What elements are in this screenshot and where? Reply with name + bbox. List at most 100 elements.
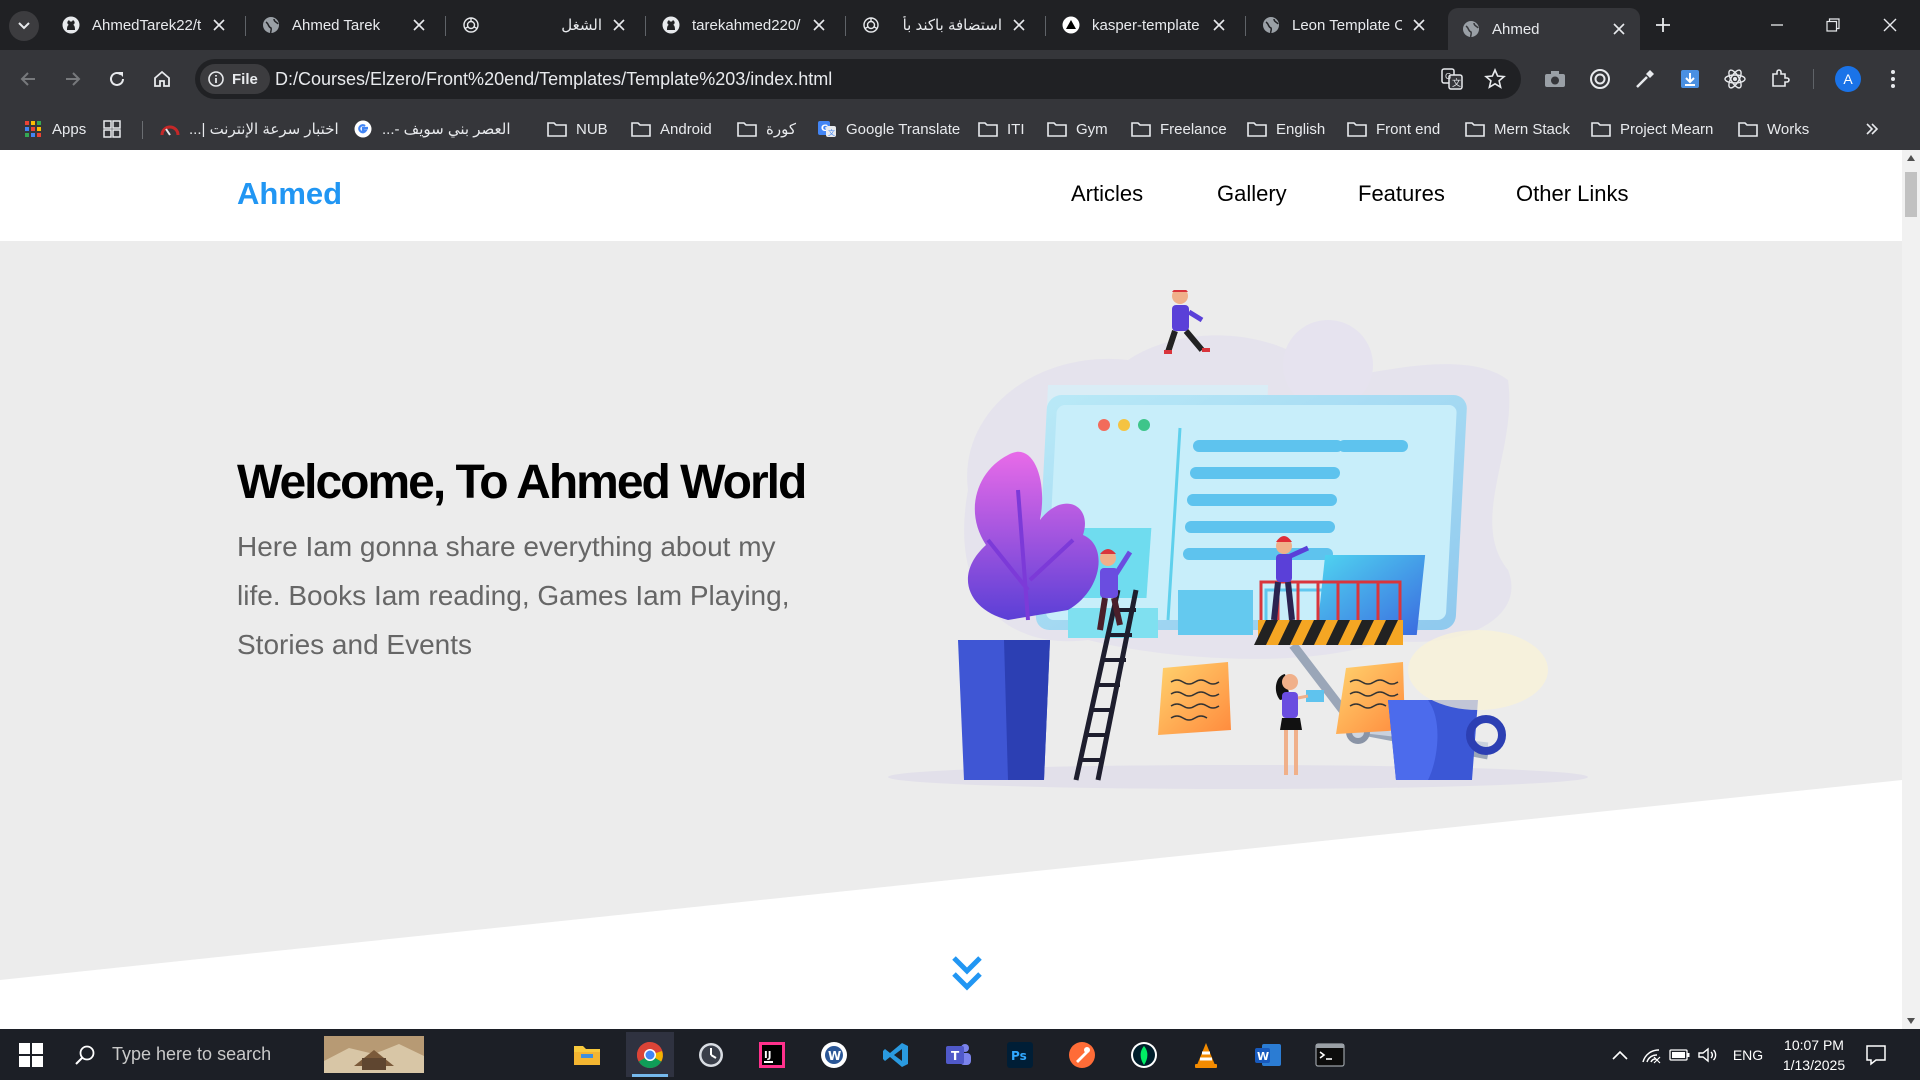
- photoshop-icon[interactable]: Ps: [996, 1032, 1044, 1077]
- hero-illustration: [888, 290, 1588, 789]
- bookmark-folder-gym[interactable]: Gym: [1047, 118, 1108, 140]
- bookmarks-overflow-button[interactable]: [1862, 119, 1882, 139]
- address-bar[interactable]: File D:/Courses/Elzero/Front%20end/Templ…: [195, 59, 1521, 99]
- back-button[interactable]: [12, 63, 44, 95]
- extensions-puzzle-icon[interactable]: [1764, 63, 1796, 95]
- new-tab-button[interactable]: [1650, 12, 1676, 38]
- minimize-button[interactable]: [1757, 10, 1797, 40]
- plus-icon: [1656, 18, 1670, 32]
- bookmark-folder-nub[interactable]: NUB: [547, 118, 608, 140]
- browser-menu-button[interactable]: [1877, 63, 1909, 95]
- bookmark-label: Android: [660, 120, 712, 138]
- input-language-indicator[interactable]: ENG: [1728, 1029, 1768, 1080]
- site-logo[interactable]: Ahmed: [237, 176, 342, 212]
- chevron-up-icon: [1612, 1050, 1628, 1060]
- vscode-icon[interactable]: [872, 1032, 920, 1077]
- intellij-icon[interactable]: IJ: [748, 1032, 796, 1077]
- bookmark-folder-freelance[interactable]: Freelance: [1131, 118, 1227, 140]
- bookmark-folder-kora[interactable]: كورة: [737, 118, 796, 140]
- scrollbar-thumb[interactable]: [1905, 172, 1917, 217]
- react-devtools-icon[interactable]: [1719, 63, 1751, 95]
- nav-articles[interactable]: Articles: [1071, 181, 1143, 207]
- close-tab-icon[interactable]: [210, 16, 228, 34]
- bookmark-google-translate[interactable]: G文 Google Translate: [817, 118, 960, 140]
- word-online-icon[interactable]: W: [810, 1032, 858, 1077]
- folder-icon: [1347, 120, 1367, 138]
- toolbar-separator: [1813, 69, 1814, 89]
- bookmark-tab-groups[interactable]: [102, 118, 131, 140]
- reload-button[interactable]: [101, 63, 133, 95]
- bookmark-folder-iti[interactable]: ITI: [978, 118, 1025, 140]
- word-icon[interactable]: W: [1244, 1032, 1292, 1077]
- tab-title: الشغل: [561, 17, 602, 34]
- color-picker-icon[interactable]: [1629, 63, 1661, 95]
- tab-search-button[interactable]: [9, 11, 39, 41]
- screenshot-extension-icon[interactable]: [1539, 63, 1571, 95]
- target-extension-icon[interactable]: [1584, 63, 1616, 95]
- home-button[interactable]: [146, 63, 178, 95]
- bookmark-star-icon[interactable]: [1483, 67, 1507, 91]
- terminal-icon[interactable]: [1306, 1032, 1354, 1077]
- folder-icon: [1247, 120, 1267, 138]
- tab-6[interactable]: kasper-template: [1048, 8, 1240, 42]
- page-scrollbar[interactable]: [1902, 150, 1920, 1029]
- tab-1[interactable]: AhmedTarek22/t: [48, 8, 240, 42]
- close-tab-icon[interactable]: [1410, 16, 1428, 34]
- profile-avatar[interactable]: A: [1835, 66, 1861, 92]
- teams-icon[interactable]: T: [934, 1032, 982, 1077]
- close-tab-icon[interactable]: [1610, 20, 1628, 38]
- volume-icon[interactable]: [1694, 1029, 1722, 1080]
- bookmark-apps[interactable]: Apps: [23, 118, 86, 140]
- postman-icon[interactable]: [1058, 1032, 1106, 1077]
- vlc-icon[interactable]: [1182, 1032, 1230, 1077]
- close-window-button[interactable]: [1870, 10, 1910, 40]
- bookmark-folder-english[interactable]: English: [1247, 118, 1325, 140]
- scroll-down-arrow-icon[interactable]: [1907, 1018, 1915, 1024]
- globe-icon: [1462, 20, 1480, 38]
- file-explorer-icon[interactable]: [563, 1032, 611, 1077]
- url-text[interactable]: D:/Courses/Elzero/Front%20end/Templates/…: [275, 69, 832, 90]
- network-icon[interactable]: [1637, 1029, 1665, 1080]
- bookmark-folder-works[interactable]: Works: [1738, 118, 1809, 140]
- tab-3[interactable]: الشغل: [448, 8, 640, 42]
- scroll-down-button[interactable]: [946, 952, 988, 994]
- battery-icon[interactable]: [1666, 1029, 1694, 1080]
- folder-icon: [547, 120, 567, 138]
- bookmark-folder-project-mearn[interactable]: Project Mearn: [1591, 118, 1713, 140]
- show-hidden-icons-button[interactable]: [1606, 1029, 1634, 1080]
- clock-app-icon[interactable]: [687, 1032, 735, 1077]
- start-button[interactable]: [8, 1029, 54, 1080]
- mongodb-compass-icon[interactable]: [1120, 1032, 1168, 1077]
- bookmark-speedtest[interactable]: اختبار سرعة الإنترنت |...: [160, 118, 339, 140]
- close-tab-icon[interactable]: [1010, 16, 1028, 34]
- restore-button[interactable]: [1813, 10, 1853, 40]
- taskbar-clock[interactable]: 10:07 PM 1/13/2025: [1771, 1035, 1857, 1075]
- tab-7[interactable]: Leon Template C: [1248, 8, 1440, 42]
- bookmark-folder-front-end[interactable]: Front end: [1347, 118, 1440, 140]
- forward-button[interactable]: [57, 63, 89, 95]
- tab-4[interactable]: tarekahmed220/: [648, 8, 840, 42]
- folder-icon: [1591, 120, 1611, 138]
- nav-gallery[interactable]: Gallery: [1217, 181, 1287, 207]
- scroll-up-arrow-icon[interactable]: [1907, 155, 1915, 161]
- folder-icon: [1465, 120, 1485, 138]
- tab-8-active[interactable]: Ahmed: [1448, 8, 1640, 50]
- bookmark-folder-mern-stack[interactable]: Mern Stack: [1465, 118, 1570, 140]
- notification-center-button[interactable]: [1862, 1041, 1890, 1069]
- translate-icon[interactable]: 文G: [1440, 67, 1464, 91]
- close-tab-icon[interactable]: [610, 16, 628, 34]
- nav-other-links[interactable]: Other Links: [1516, 181, 1629, 207]
- tab-2[interactable]: Ahmed Tarek: [248, 8, 440, 42]
- chrome-icon[interactable]: [626, 1032, 674, 1077]
- tab-5[interactable]: استضافة باكند بأ: [848, 8, 1040, 42]
- nav-features[interactable]: Features: [1358, 181, 1445, 207]
- close-tab-icon[interactable]: [1210, 16, 1228, 34]
- svg-text:W: W: [828, 1049, 841, 1063]
- site-info-chip[interactable]: File: [200, 64, 270, 94]
- bookmark-google[interactable]: العصر بني سويف -...: [353, 118, 510, 140]
- close-tab-icon[interactable]: [810, 16, 828, 34]
- close-tab-icon[interactable]: [410, 16, 428, 34]
- taskbar-search-box[interactable]: Type here to search: [56, 1029, 426, 1080]
- bookmark-folder-android[interactable]: Android: [631, 118, 712, 140]
- download-extension-icon[interactable]: [1674, 63, 1706, 95]
